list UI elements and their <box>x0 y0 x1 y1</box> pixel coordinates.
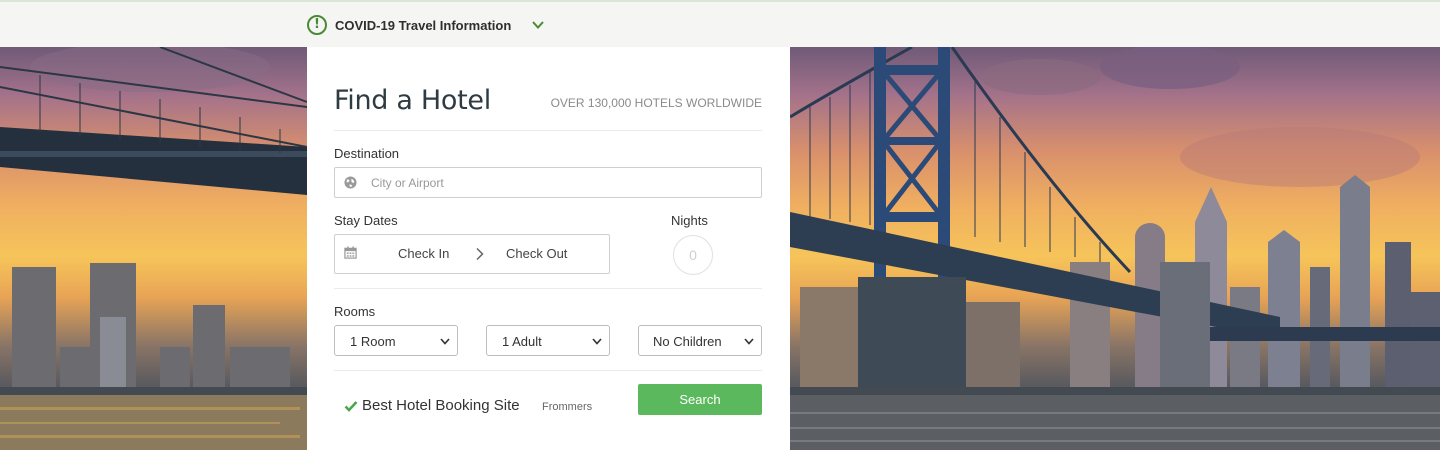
best-booking-badge: Best Hotel Booking Site <box>362 397 520 414</box>
stay-dates-field[interactable]: Check In Check Out <box>334 234 610 274</box>
search-button[interactable]: Search <box>638 384 762 415</box>
nights-label: Nights <box>671 213 708 228</box>
children-select[interactable]: No Children <box>638 325 762 356</box>
card-header: Find a Hotel OVER 130,000 HOTELS WORLDWI… <box>334 85 762 116</box>
rooms-select[interactable]: 1 Room <box>334 325 458 356</box>
chevron-right-icon <box>476 247 484 261</box>
chevron-down-icon <box>592 338 602 345</box>
nights-count: 0 <box>673 235 713 275</box>
badge-source: Frommers <box>542 401 593 413</box>
adults-select[interactable]: 1 Adult <box>486 325 610 356</box>
rooms-select-value: 1 Room <box>350 334 396 349</box>
divider <box>334 288 762 289</box>
checkmark-icon <box>344 401 358 412</box>
chevron-down-icon <box>744 338 754 345</box>
page-title: Find a Hotel <box>334 85 491 116</box>
divider <box>334 370 762 371</box>
covid-notice-bar[interactable]: ! COVID-19 Travel Information <box>0 0 1440 47</box>
check-out-field[interactable]: Check Out <box>506 246 567 261</box>
destination-field[interactable] <box>334 167 762 198</box>
children-select-value: No Children <box>653 334 722 349</box>
destination-label: Destination <box>334 146 400 161</box>
calendar-icon <box>344 246 357 259</box>
chevron-down-icon <box>440 338 450 345</box>
destination-input[interactable] <box>371 168 751 197</box>
covid-notice-text: COVID-19 Travel Information <box>335 17 512 33</box>
card-subtitle: OVER 130,000 HOTELS WORLDWIDE <box>550 96 762 110</box>
divider <box>334 130 762 131</box>
hotel-search-card: Find a Hotel OVER 130,000 HOTELS WORLDWI… <box>307 47 790 450</box>
stay-dates-label: Stay Dates <box>334 213 398 228</box>
covid-notice-toggle[interactable]: ! COVID-19 Travel Information <box>307 14 545 36</box>
globe-icon <box>344 176 357 189</box>
rooms-label: Rooms <box>334 304 376 319</box>
check-in-field[interactable]: Check In <box>398 246 449 261</box>
exclamation-circle-icon: ! <box>307 15 327 35</box>
adults-select-value: 1 Adult <box>502 334 542 349</box>
chevron-down-icon[interactable] <box>531 18 545 32</box>
